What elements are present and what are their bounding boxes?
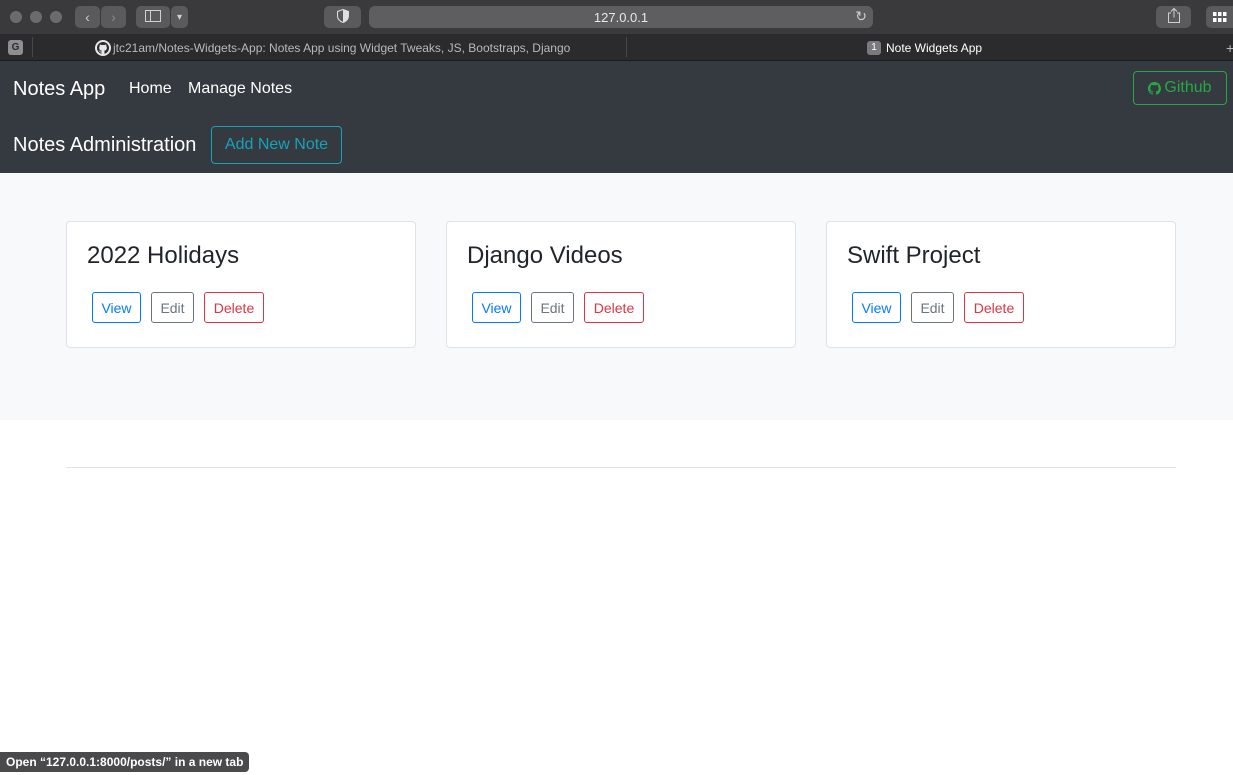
- grid-icon: [1212, 9, 1227, 25]
- address-bar[interactable]: 127.0.0.1 ↻: [369, 6, 873, 28]
- view-button[interactable]: View: [472, 292, 521, 323]
- github-button[interactable]: Github: [1133, 71, 1227, 105]
- nav-link-manage-notes[interactable]: Manage Notes: [188, 80, 292, 98]
- zoom-window-button[interactable]: [50, 11, 62, 23]
- tab-divider: [626, 37, 627, 57]
- status-tooltip: Open “127.0.0.1:8000/posts/” in a new ta…: [0, 752, 250, 772]
- footer-divider: [66, 467, 1176, 468]
- add-new-note-button[interactable]: Add New Note: [211, 126, 342, 164]
- note-title: Swift Project: [847, 242, 981, 269]
- github-icon: [95, 39, 111, 56]
- delete-button[interactable]: Delete: [204, 292, 264, 323]
- share-button[interactable]: [1156, 6, 1191, 28]
- chevron-down-icon: ▾: [176, 11, 183, 23]
- forward-button[interactable]: ›: [101, 6, 126, 28]
- note-title: 2022 Holidays: [87, 242, 240, 269]
- sidebar-icon: [145, 9, 161, 25]
- note-card: 2022 Holidays View Edit Delete: [66, 221, 416, 348]
- edit-button[interactable]: Edit: [911, 292, 954, 323]
- tab-note-widgets-title: Note Widgets App: [886, 40, 983, 55]
- browser-titlebar: ‹ › ▾ 127.0.0.1 ↻: [0, 0, 1233, 34]
- tab-note-widgets-app[interactable]: 1 Note Widgets App: [867, 35, 982, 60]
- chevron-left-icon: ‹: [85, 9, 90, 25]
- view-button[interactable]: View: [852, 292, 901, 323]
- brand-logo[interactable]: Notes App: [13, 78, 105, 101]
- page-title: Notes Administration: [13, 134, 197, 156]
- chevron-right-icon: ›: [111, 9, 116, 25]
- close-window-button[interactable]: [10, 11, 22, 23]
- note-card: Swift Project View Edit Delete: [826, 221, 1176, 348]
- note-card: Django Videos View Edit Delete: [446, 221, 796, 348]
- back-button[interactable]: ‹: [75, 6, 100, 28]
- tab-divider: [32, 37, 33, 57]
- plus-icon: +: [1226, 39, 1233, 56]
- edit-button[interactable]: Edit: [151, 292, 194, 323]
- new-tab-button[interactable]: +: [1226, 35, 1233, 60]
- view-button[interactable]: View: [92, 292, 141, 323]
- delete-button[interactable]: Delete: [584, 292, 644, 323]
- tab-github[interactable]: jtc21am/Notes-Widgets-App: Notes App usi…: [95, 35, 620, 60]
- url-text: 127.0.0.1: [593, 9, 649, 25]
- edit-button[interactable]: Edit: [531, 292, 574, 323]
- note-title: Django Videos: [467, 242, 623, 269]
- github-label: Github: [1164, 79, 1212, 96]
- reload-icon[interactable]: ↻: [855, 8, 867, 25]
- minimize-window-button[interactable]: [30, 11, 42, 23]
- sidebar-menu-button[interactable]: ▾: [171, 6, 188, 28]
- tab-number-badge: 1: [867, 40, 881, 55]
- sidebar-toggle-button[interactable]: [136, 6, 170, 28]
- github-icon: [1148, 81, 1162, 95]
- privacy-report-button[interactable]: [324, 6, 361, 28]
- share-icon: [1167, 7, 1180, 26]
- delete-button[interactable]: Delete: [964, 292, 1024, 323]
- shield-icon: [336, 8, 349, 26]
- pinned-tab[interactable]: G: [8, 40, 23, 55]
- tab-github-title: jtc21am/Notes-Widgets-App: Notes App usi…: [113, 40, 571, 55]
- pinned-tab-label: G: [11, 42, 20, 53]
- tab-overview-button[interactable]: [1206, 6, 1233, 28]
- nav-link-home[interactable]: Home: [129, 80, 172, 98]
